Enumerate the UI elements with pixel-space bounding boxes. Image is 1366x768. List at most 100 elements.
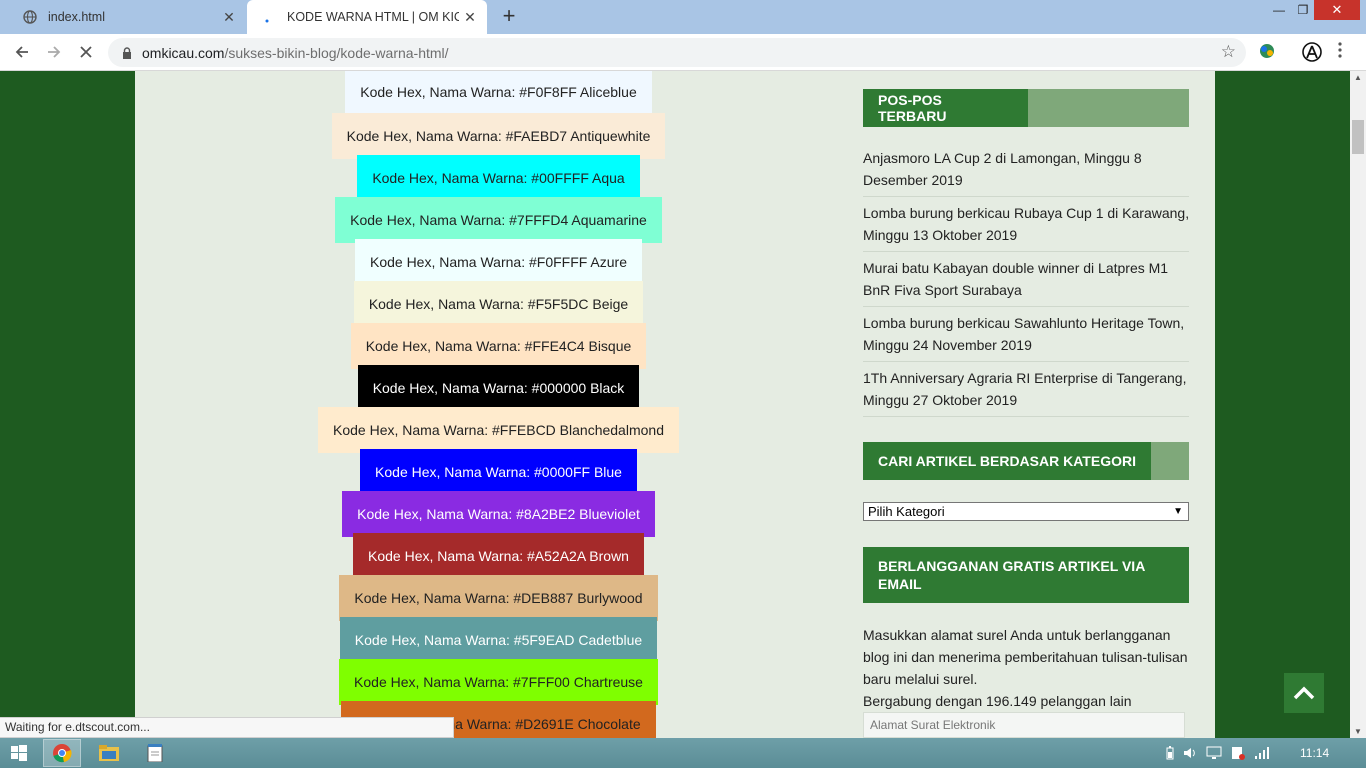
color-swatch: Kode Hex, Nama Warna: #F0FFFF Azure	[355, 239, 642, 285]
tab-kode-warna[interactable]: KODE WARNA HTML | OM KICAU ✕	[247, 0, 487, 34]
color-swatch: Kode Hex, Nama Warna: #F5F5DC Beige	[354, 281, 643, 327]
swatch-label: Kode Hex, Nama Warna: #FFEBCD Blanchedal…	[333, 422, 664, 438]
color-swatch: Kode Hex, Nama Warna: #FFEBCD Blanchedal…	[318, 407, 679, 453]
scroll-up-icon[interactable]: ▲	[1354, 73, 1362, 82]
divider	[863, 306, 1189, 307]
back-button[interactable]	[10, 40, 34, 64]
bookmark-star-icon[interactable]: ☆	[1221, 42, 1236, 62]
color-swatch: Kode Hex, Nama Warna: #8A2BE2 Blueviolet	[342, 491, 655, 537]
tab-strip: index.html ✕ KODE WARNA HTML | OM KICAU …	[0, 0, 1366, 34]
folder-icon	[99, 745, 119, 761]
color-swatch: Kode Hex, Nama Warna: #A52A2A Brown	[353, 533, 644, 579]
swatch-label: Kode Hex, Nama Warna: #F0F8FF Aliceblue	[360, 84, 637, 100]
restore-button[interactable]: ❐	[1290, 0, 1316, 20]
divider	[863, 196, 1189, 197]
color-swatch: Kode Hex, Nama Warna: #FAEBD7 Antiquewhi…	[332, 113, 665, 159]
recent-post-link[interactable]: Murai batu Kabayan double winner di Latp…	[863, 257, 1193, 301]
minimize-button[interactable]: —	[1266, 0, 1292, 20]
swatch-label: Kode Hex, Nama Warna: #0000FF Blue	[375, 464, 622, 480]
taskbar-clock[interactable]: 11:14	[1300, 746, 1329, 760]
color-swatch: Kode Hex, Nama Warna: #5F9EAD Cadetblue	[340, 617, 657, 663]
subscribe-description: Masukkan alamat surel Anda untuk berlang…	[863, 624, 1193, 712]
battery-icon[interactable]	[1162, 745, 1178, 761]
subscribe-text: Masukkan alamat surel Anda untuk berlang…	[863, 627, 1188, 687]
email-input[interactable]: Alamat Surat Elektronik	[863, 712, 1185, 738]
recent-post-link[interactable]: Lomba burung berkicau Sawahlunto Heritag…	[863, 312, 1193, 356]
signal-icon[interactable]	[1254, 745, 1270, 761]
recent-post-link[interactable]: 1Th Anniversary Agraria RI Enterprise di…	[863, 367, 1193, 411]
forward-button[interactable]	[42, 40, 66, 64]
swatch-label: Kode Hex, Nama Warna: #00FFFF Aqua	[372, 170, 625, 186]
swatch-label: Kode Hex, Nama Warna: #5F9EAD Cadetblue	[354, 632, 643, 648]
back-to-top-button[interactable]	[1284, 673, 1324, 713]
content-area: Kode Hex, Nama Warna: #F0F8FF Aliceblue …	[135, 71, 1215, 738]
loading-icon	[261, 9, 277, 25]
subscriber-count: Bergabung dengan 196.149 pelanggan lain	[863, 693, 1132, 709]
category-title: CARI ARTIKEL BERDASAR KATEGORI	[863, 442, 1151, 480]
chrome-taskbar-button[interactable]	[43, 739, 81, 767]
page-viewport: Kode Hex, Nama Warna: #F0F8FF Aliceblue …	[0, 71, 1350, 738]
notepad-taskbar-button[interactable]	[136, 739, 174, 767]
color-swatch: Kode Hex, Nama Warna: #00FFFF Aqua	[357, 155, 640, 201]
recent-post-link[interactable]: Anjasmoro LA Cup 2 di Lamongan, Minggu 8…	[863, 147, 1193, 191]
select-value: Pilih Kategori	[868, 504, 945, 519]
divider	[863, 361, 1189, 362]
tab-index[interactable]: index.html ✕	[8, 0, 246, 34]
swatch-label: Kode Hex, Nama Warna: #7FFFD4 Aquamarine	[350, 212, 647, 228]
close-tab-icon[interactable]: ✕	[459, 9, 481, 26]
recent-posts-title: POS-POS TERBARU	[863, 89, 1028, 127]
dropdown-arrow-icon: ▼	[1173, 506, 1183, 517]
swatch-label: Kode Hex, Nama Warna: #F5F5DC Beige	[368, 296, 629, 312]
lock-icon	[120, 46, 134, 60]
subscribe-title: BERLANGGANAN GRATIS ARTIKEL VIA EMAIL	[863, 547, 1189, 603]
stop-loading-button[interactable]	[74, 40, 98, 64]
windows-icon	[11, 745, 27, 761]
notepad-icon	[147, 744, 163, 762]
tab-title: KODE WARNA HTML | OM KICAU	[287, 10, 459, 24]
vertical-scrollbar[interactable]: ▲ ▼	[1350, 71, 1366, 738]
new-tab-button[interactable]: +	[497, 5, 521, 29]
category-header: CARI ARTIKEL BERDASAR KATEGORI	[863, 442, 1189, 480]
swatch-label: Kode Hex, Nama Warna: #A52A2A Brown	[368, 548, 629, 564]
menu-kebab-icon[interactable]	[1338, 42, 1354, 62]
category-select[interactable]: Pilih Kategori ▼	[863, 502, 1189, 521]
chrome-icon	[53, 744, 72, 763]
color-swatch: Kode Hex, Nama Warna: #7FFFD4 Aquamarine	[335, 197, 662, 243]
globe-icon	[22, 9, 38, 25]
color-swatch: Kode Hex, Nama Warna: #0000FF Blue	[360, 449, 637, 495]
color-swatch: Kode Hex, Nama Warna: #7FFF00 Chartreuse	[339, 659, 658, 705]
scrollbar-thumb[interactable]	[1352, 120, 1364, 154]
subscribe-header: BERLANGGANAN GRATIS ARTIKEL VIA EMAIL	[863, 547, 1189, 603]
color-swatch: Kode Hex, Nama Warna: #FFE4C4 Bisque	[351, 323, 646, 369]
swatch-label: Kode Hex, Nama Warna: #F0FFFF Azure	[369, 254, 627, 270]
url-text: omkicau.com/sukses-bikin-blog/kode-warna…	[142, 44, 449, 61]
scroll-down-icon[interactable]: ▼	[1354, 727, 1362, 736]
extension-icon[interactable]	[1258, 42, 1278, 62]
swatch-label: Kode Hex, Nama Warna: #8A2BE2 Blueviolet	[357, 506, 640, 522]
swatch-label: Kode Hex, Nama Warna: #DEB887 Burlywood	[354, 590, 643, 606]
start-button[interactable]	[0, 739, 38, 767]
window-close-button[interactable]: ✕	[1314, 0, 1360, 20]
color-swatch: Kode Hex, Nama Warna: #F0F8FF Aliceblue	[345, 71, 652, 113]
browser-toolbar: omkicau.com/sukses-bikin-blog/kode-warna…	[0, 34, 1366, 71]
close-tab-icon[interactable]: ✕	[218, 9, 240, 26]
tab-title: index.html	[48, 10, 105, 24]
swatch-label: Kode Hex, Nama Warna: #FAEBD7 Antiquewhi…	[346, 128, 651, 144]
chevron-up-icon	[1293, 686, 1315, 700]
taskbar: 11:14	[0, 738, 1366, 768]
swatch-label: Kode Hex, Nama Warna: #000000 Black	[372, 380, 625, 396]
divider	[863, 416, 1189, 417]
profile-avatar-icon[interactable]	[1302, 42, 1322, 62]
status-bubble: Waiting for e.dtscout.com...	[0, 717, 454, 738]
divider	[863, 251, 1189, 252]
volume-icon[interactable]	[1182, 745, 1198, 761]
action-center-icon[interactable]	[1230, 745, 1246, 761]
color-swatch: Kode Hex, Nama Warna: #000000 Black	[358, 365, 639, 411]
swatch-label: Kode Hex, Nama Warna: #FFE4C4 Bisque	[365, 338, 632, 354]
recent-posts-header: POS-POS TERBARU	[863, 89, 1189, 127]
explorer-taskbar-button[interactable]	[90, 739, 128, 767]
address-bar[interactable]: omkicau.com/sukses-bikin-blog/kode-warna…	[108, 38, 1246, 67]
recent-post-link[interactable]: Lomba burung berkicau Rubaya Cup 1 di Ka…	[863, 202, 1193, 246]
color-swatch: Kode Hex, Nama Warna: #DEB887 Burlywood	[339, 575, 658, 621]
network-icon[interactable]	[1206, 745, 1222, 761]
